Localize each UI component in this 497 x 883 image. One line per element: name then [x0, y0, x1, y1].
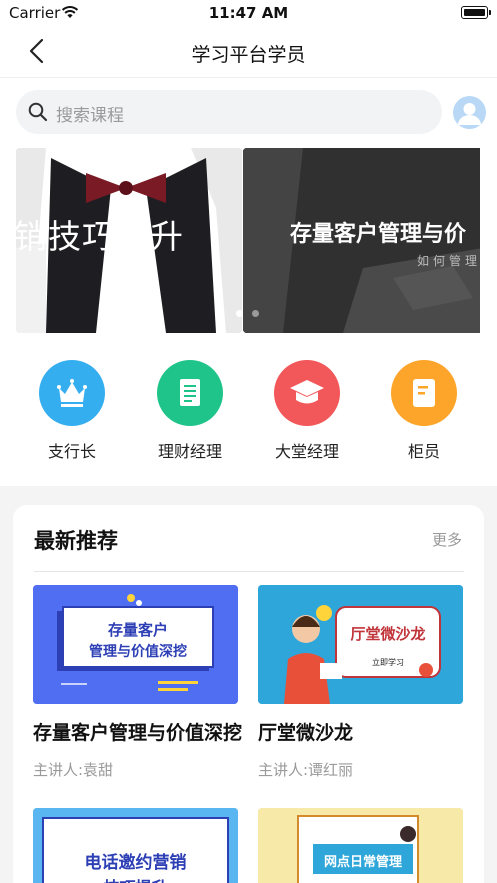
banner-slide-title: 销技巧提升: [16, 217, 184, 256]
avatar[interactable]: [453, 96, 486, 129]
course-lecturer: 主讲人:谭红丽: [258, 761, 354, 779]
more-link[interactable]: 更多: [432, 529, 462, 550]
battery-icon: [461, 6, 491, 19]
banner-slide-subtitle: 如何管理: [417, 254, 480, 268]
crown-icon: [57, 379, 87, 407]
course-card[interactable]: 厅堂微沙龙 立即学习 厅堂微沙龙 主讲人:谭红丽: [258, 585, 468, 780]
category-label: 理财经理: [157, 442, 222, 461]
banner-slide-title: 存量客户管理与价: [290, 222, 467, 247]
search-placeholder: 搜索课程: [56, 106, 124, 126]
course-thumbnail-subtitle: 立即学习: [372, 658, 404, 667]
category-guiyuan[interactable]: 柜员: [374, 360, 474, 462]
graduation-cap-icon: [290, 380, 324, 404]
course-thumbnail-title: 存量客户: [107, 621, 168, 639]
course-thumbnail-art: [258, 585, 463, 704]
category-icon-bg: [157, 360, 223, 426]
nav-bar: 学习平台学员: [0, 26, 497, 78]
document-icon: [180, 379, 200, 406]
section-title: 最新推荐: [34, 529, 118, 553]
search-input[interactable]: 搜索课程: [16, 90, 442, 134]
course-card[interactable]: 网点日常管理: [258, 808, 463, 883]
course-thumbnail: 网点日常管理: [258, 808, 463, 883]
course-thumbnail-subtitle: 管理与价值深挖: [89, 644, 187, 660]
category-label: 支行长: [47, 442, 96, 461]
course-thumbnail-title: 网点日常管理: [323, 855, 402, 870]
course-thumbnail: 存量客户 管理与价值深挖: [33, 585, 238, 704]
banner-slide[interactable]: 销技巧提升: [16, 148, 242, 333]
divider: [34, 571, 464, 572]
course-title: 厅堂微沙龙: [258, 722, 354, 744]
clock: 11:47 AM: [208, 4, 289, 22]
category-icon-bg: [39, 360, 105, 426]
course-card[interactable]: 电话邀约营销 技巧提升: [33, 808, 238, 883]
category-icon-bg: [391, 360, 457, 426]
user-avatar-icon: [453, 96, 486, 129]
course-thumbnail-title: 厅堂微沙龙: [350, 625, 426, 643]
course-card[interactable]: 存量客户 管理与价值深挖 存量客户管理与价值深挖 主讲人:袁甜: [33, 585, 243, 780]
banner-slide[interactable]: 存量客户管理与价 如何管理: [243, 148, 480, 333]
course-title: 存量客户管理与价值深挖: [33, 722, 243, 744]
category-label: 柜员: [407, 442, 440, 461]
carousel-dot[interactable]: [252, 310, 259, 317]
category-label: 大堂经理: [274, 442, 339, 461]
category-icon-bg: [274, 360, 340, 426]
course-thumbnail-title: 电话邀约营销: [84, 853, 187, 873]
course-thumbnail-subtitle: 技巧提升: [43, 874, 228, 883]
category-zhihangzhang[interactable]: 支行长: [22, 360, 122, 462]
page-title: 学习平台学员: [191, 44, 306, 66]
banner-carousel[interactable]: 销技巧提升 存量客户管理与价 如何管理: [16, 148, 480, 333]
course-thumbnail: 厅堂微沙龙 立即学习: [258, 585, 463, 704]
category-datang-jingli[interactable]: 大堂经理: [257, 360, 357, 462]
notebook-icon: [413, 379, 435, 407]
carousel-dot-active[interactable]: [236, 310, 243, 317]
course-thumbnail: 电话邀约营销 技巧提升: [33, 808, 238, 883]
category-licai-jingli[interactable]: 理财经理: [140, 360, 240, 462]
course-lecturer: 主讲人:袁甜: [33, 761, 114, 779]
search-icon: [28, 102, 48, 122]
course-thumbnail-art: [258, 808, 463, 883]
status-bar: Carrier 11:47 AM: [0, 0, 497, 26]
